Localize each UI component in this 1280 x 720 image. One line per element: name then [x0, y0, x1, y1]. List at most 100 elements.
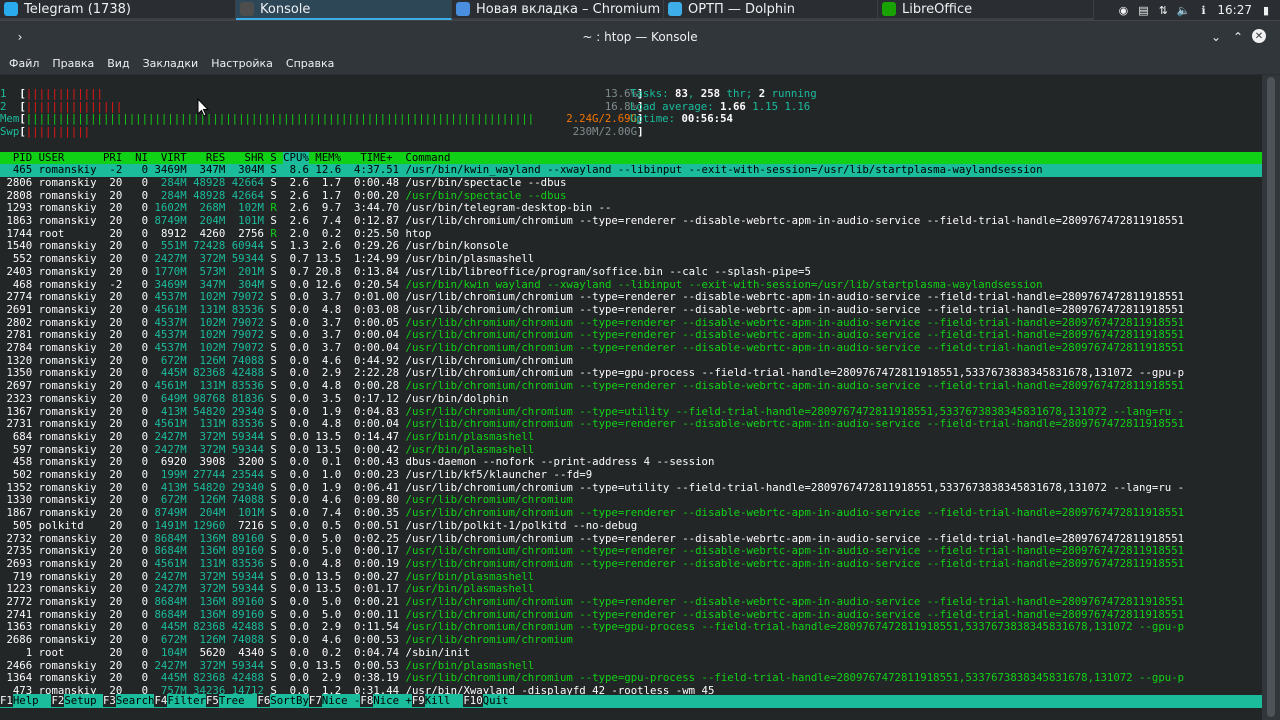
ni-cell: 0: [141, 253, 149, 266]
pid-cell: 1540: [6, 240, 33, 253]
pri-cell: 20: [109, 570, 123, 583]
fkey-label-f1[interactable]: Help: [12, 694, 52, 707]
process-row[interactable]: 1330 romanskiy 20 0 672M 126M 74088 S 0.…: [0, 494, 1262, 507]
menu-help[interactable]: Справка: [286, 57, 334, 70]
scrollbar-thumb[interactable]: [1267, 77, 1275, 717]
process-row[interactable]: 1364 romanskiy 20 0 445M 82368 42488 S 0…: [0, 672, 1262, 685]
fkey-f6[interactable]: F6: [257, 694, 271, 707]
fkey-f7[interactable]: F7: [308, 694, 322, 707]
process-row[interactable]: 2403 romanskiy 20 0 1770M 573M 201M S 0.…: [0, 266, 1262, 279]
process-row[interactable]: 2784 romanskiy 20 0 4537M 102M 79072 S 0…: [0, 342, 1262, 355]
process-row[interactable]: 1867 romanskiy 20 0 8749M 204M 101M S 0.…: [0, 507, 1262, 520]
process-row[interactable]: 1320 romanskiy 20 0 672M 126M 74088 S 0.…: [0, 355, 1262, 368]
fkey-f8[interactable]: F8: [360, 694, 374, 707]
meter-bar: ||||||||||||: [25, 88, 103, 100]
show-desktop-icon[interactable]: ▮: [1260, 4, 1272, 17]
menu-edit[interactable]: Правка: [52, 57, 94, 70]
close-icon[interactable]: ✕: [1252, 29, 1266, 43]
clipboard-icon[interactable]: ▤: [1137, 4, 1149, 17]
process-row[interactable]: 2741 romanskiy 20 0 8684M 136M 89160 S 0…: [0, 609, 1262, 622]
taskbar-task-dolphin[interactable]: ОРТП — Dolphin: [664, 0, 878, 20]
menu-bookmarks[interactable]: Закладки: [143, 57, 199, 70]
taskbar-task-konsole[interactable]: Konsole: [236, 0, 452, 20]
process-row[interactable]: 465 romanskiy -2 0 3469M 347M 304M S 8.6…: [0, 164, 1262, 177]
mem-cell: 13.5: [315, 583, 342, 596]
fkey-f9[interactable]: F9: [411, 694, 425, 707]
process-row[interactable]: 2802 romanskiy 20 0 4537M 102M 79072 S 0…: [0, 317, 1262, 330]
menu-settings[interactable]: Настройка: [211, 57, 273, 70]
process-row[interactable]: 552 romanskiy 20 0 2427M 372M 59344 S 0.…: [0, 253, 1262, 266]
process-row[interactable]: 597 romanskiy 20 0 2427M 372M 59344 S 0.…: [0, 444, 1262, 457]
process-row[interactable]: 2806 romanskiy 20 0 284M 48928 42664 S 2…: [0, 177, 1262, 190]
terminal-scrollbar[interactable]: [1262, 75, 1280, 720]
process-row[interactable]: 2691 romanskiy 20 0 4561M 131M 83536 S 0…: [0, 304, 1262, 317]
clock[interactable]: 16:27: [1217, 3, 1252, 17]
process-row[interactable]: 2697 romanskiy 20 0 4561M 131M 83536 S 0…: [0, 380, 1262, 393]
fkey-label-f2[interactable]: Setup: [64, 694, 103, 707]
process-row[interactable]: 502 romanskiy 20 0 199M 27744 23544 S 0.…: [0, 469, 1262, 482]
fkey-label-f8[interactable]: Nice +: [373, 694, 412, 707]
process-row[interactable]: 2731 romanskiy 20 0 4561M 131M 83536 S 0…: [0, 418, 1262, 431]
process-row[interactable]: 2808 romanskiy 20 0 284M 48928 42664 S 2…: [0, 190, 1262, 203]
pid-cell: 2732: [6, 532, 33, 545]
process-row[interactable]: 2732 romanskiy 20 0 8684M 136M 89160 S 0…: [0, 533, 1262, 546]
fkey-f10[interactable]: F10: [463, 694, 483, 707]
mem-cell: 3.7: [321, 316, 342, 329]
process-row[interactable]: 2735 romanskiy 20 0 8684M 136M 89160 S 0…: [0, 545, 1262, 558]
process-row[interactable]: 719 romanskiy 20 0 2427M 372M 59344 S 0.…: [0, 571, 1262, 584]
fkey-label-f5[interactable]: Tree: [218, 694, 258, 707]
fkey-label-f9[interactable]: Kill: [424, 694, 464, 707]
process-row[interactable]: 2693 romanskiy 20 0 4561M 131M 83536 S 0…: [0, 558, 1262, 571]
menu-file[interactable]: Файл: [9, 57, 39, 70]
process-row[interactable]: 2466 romanskiy 20 0 2427M 372M 59344 S 0…: [0, 660, 1262, 673]
mem-cell: 3.7: [321, 291, 342, 304]
minimize-icon[interactable]: ⌄: [1208, 29, 1224, 45]
process-row[interactable]: 1863 romanskiy 20 0 8749M 204M 101M S 2.…: [0, 215, 1262, 228]
fkey-f2[interactable]: F2: [51, 694, 65, 707]
notifications-icon[interactable]: ℹ: [1197, 4, 1209, 17]
cpu-cell: 2.0: [289, 227, 309, 240]
process-row[interactable]: 468 romanskiy -2 0 3469M 347M 304M S 0.0…: [0, 279, 1262, 292]
network-icon[interactable]: ⇅: [1157, 4, 1169, 17]
process-row[interactable]: 1363 romanskiy 20 0 445M 82368 42488 S 0…: [0, 621, 1262, 634]
process-row[interactable]: 1367 romanskiy 20 0 413M 54820 29340 S 0…: [0, 406, 1262, 419]
volume-icon[interactable]: 🔈: [1177, 4, 1191, 17]
fkey-f3[interactable]: F3: [102, 694, 116, 707]
process-row[interactable]: 505 polkitd 20 0 1491M 12960 7216 S 0.0 …: [0, 520, 1262, 533]
process-row[interactable]: 684 romanskiy 20 0 2427M 372M 59344 S 0.…: [0, 431, 1262, 444]
process-row[interactable]: 1540 romanskiy 20 0 551M 72428 60944 S 1…: [0, 240, 1262, 253]
process-row[interactable]: 458 romanskiy 20 0 6920 3908 3200 S 0.0 …: [0, 456, 1262, 469]
chromium-tray-icon[interactable]: ◉: [1117, 4, 1129, 17]
cpu-cell: 0.0: [289, 481, 309, 494]
fkey-label-f4[interactable]: Filter: [167, 694, 206, 707]
mem-cell: 4.8: [321, 303, 342, 316]
process-row[interactable]: 1223 romanskiy 20 0 2427M 372M 59344 S 0…: [0, 583, 1262, 596]
maximize-icon[interactable]: ⌃: [1230, 29, 1246, 45]
process-row[interactable]: 1293 romanskiy 20 0 1602M 268M 102M R 2.…: [0, 202, 1262, 215]
process-row[interactable]: 2781 romanskiy 20 0 4537M 102M 79072 S 0…: [0, 329, 1262, 342]
res-cell: 98768: [193, 392, 226, 405]
window-titlebar[interactable]: › ~ : htop — Konsole ⌄ ⌃ ✕: [0, 20, 1280, 53]
taskbar-task-telegram[interactable]: Telegram (1738): [0, 0, 236, 20]
fkey-label-f7[interactable]: Nice -: [321, 694, 361, 707]
uptime-prefix: Uptime:: [630, 113, 682, 126]
fkey-f5[interactable]: F5: [205, 694, 219, 707]
terminal-area[interactable]: 1 [|||||||||||| 13.6%] Tasks: 83, 258 thr…: [0, 75, 1262, 720]
fkey-f4[interactable]: F4: [154, 694, 168, 707]
process-row[interactable]: 2774 romanskiy 20 0 4537M 102M 79072 S 0…: [0, 291, 1262, 304]
taskbar-task-chromium[interactable]: Новая вкладка – Chromium: [452, 0, 664, 20]
process-row[interactable]: 2686 romanskiy 20 0 672M 126M 74088 S 0.…: [0, 634, 1262, 647]
fkey-label-f6[interactable]: SortBy: [270, 694, 309, 707]
process-row[interactable]: 1744 root 20 0 8912 4260 2756 R 2.0 0.2 …: [0, 228, 1262, 241]
process-row[interactable]: 1 root 20 0 104M 5620 4340 S 0.0 0.2 0:0…: [0, 647, 1262, 660]
menu-view[interactable]: Вид: [107, 57, 129, 70]
fkey-label-f10[interactable]: Quit: [482, 694, 509, 707]
process-row[interactable]: 2772 romanskiy 20 0 8684M 136M 89160 S 0…: [0, 596, 1262, 609]
process-row[interactable]: 1352 romanskiy 20 0 413M 54820 29340 S 0…: [0, 482, 1262, 495]
fkey-f1[interactable]: F1: [0, 694, 13, 707]
process-row[interactable]: 1350 romanskiy 20 0 445M 82368 42488 S 0…: [0, 367, 1262, 380]
fkey-label-f3[interactable]: Search: [115, 694, 155, 707]
mem-cell: 2.9: [321, 367, 342, 380]
taskbar-task-libreoffice[interactable]: LibreOffice: [878, 0, 1094, 20]
process-row[interactable]: 2323 romanskiy 20 0 649M 98768 81836 S 0…: [0, 393, 1262, 406]
